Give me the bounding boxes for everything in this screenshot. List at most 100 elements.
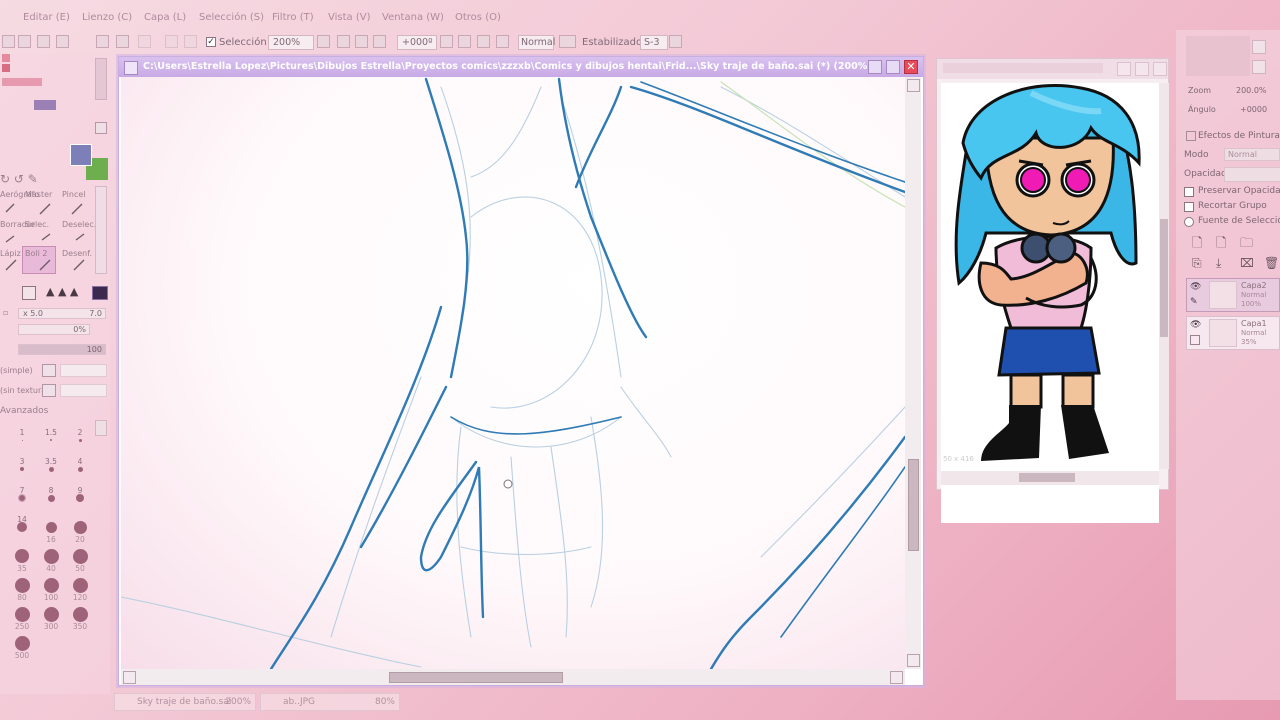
brush-size-dot[interactable] (78, 438, 82, 442)
copy-layer-icon[interactable]: ⎘ (1192, 256, 1202, 271)
brush-size-dot[interactable] (72, 606, 88, 622)
texture-dropdown[interactable] (42, 364, 56, 377)
mode-select[interactable]: Normal (1224, 148, 1280, 161)
minimize-button[interactable] (868, 60, 882, 74)
size-multiplier[interactable]: x 5.0 7.0 (18, 308, 106, 319)
color-swatch[interactable] (2, 64, 10, 72)
reference-vertical-scrollbar[interactable] (1159, 83, 1169, 469)
brush-size-dot[interactable] (72, 548, 88, 564)
canvas-horizontal-scrollbar[interactable] (121, 669, 905, 685)
palette-collapse-button[interactable] (95, 122, 107, 134)
layer-item[interactable]: 👁 ✎ Capa2 Normal 100% (1186, 278, 1280, 312)
palette-scrollbar[interactable] (95, 58, 107, 100)
brush-size-dot[interactable] (43, 548, 59, 564)
color-swatch[interactable] (2, 78, 42, 86)
brush-size-dot[interactable] (47, 494, 55, 502)
clear-layer-icon[interactable]: ⌧ (1240, 256, 1254, 270)
maximize-button[interactable] (886, 60, 900, 74)
brush-size-dot[interactable] (14, 635, 30, 651)
deselect-button[interactable] (165, 35, 178, 48)
reference-scroll-thumb[interactable] (1160, 219, 1168, 337)
menu-seleccion[interactable]: Selección (S) (199, 12, 264, 23)
flip-button[interactable] (559, 35, 576, 48)
zoom-in-button[interactable] (355, 35, 368, 48)
toolbar-button[interactable] (56, 35, 69, 48)
toolbar-button[interactable] (96, 35, 109, 48)
close-icon[interactable]: ✕ (904, 60, 918, 74)
new-folder-icon[interactable]: 🗀 (1240, 234, 1253, 256)
min-size-field[interactable]: 0% (18, 324, 90, 335)
rotate-left-button[interactable] (458, 35, 471, 48)
menu-editar[interactable]: Editar (E) (23, 12, 70, 23)
rotate-right-button[interactable] (477, 35, 490, 48)
eye-icon[interactable]: 👁 (1190, 320, 1201, 330)
scroll-right-button[interactable] (890, 671, 903, 684)
document-tab[interactable]: ab..JPG 80% (260, 693, 400, 711)
paint-effects-toggle[interactable] (1186, 131, 1196, 141)
brush-shape-icons[interactable]: ▲ ▲ ▲ (46, 285, 78, 298)
brush-shape-square[interactable] (22, 286, 36, 300)
layer-checkbox[interactable] (1190, 335, 1200, 345)
angle-dropdown[interactable] (440, 35, 453, 48)
minimize-button[interactable] (1117, 62, 1131, 76)
brush-shape-selected[interactable] (92, 286, 108, 300)
menu-otros[interactable]: Otros (O) (455, 12, 501, 23)
maximize-button[interactable] (1135, 62, 1149, 76)
texture-strength[interactable] (60, 364, 107, 377)
selection-source-radio[interactable] (1184, 217, 1194, 227)
new-vector-layer-icon[interactable]: 🗋 (1216, 234, 1226, 256)
texture2-dropdown[interactable] (42, 384, 56, 397)
merge-down-icon[interactable]: ⤓ (1216, 256, 1221, 271)
preserve-opacity-checkbox[interactable] (1184, 187, 1194, 197)
menu-lienzo[interactable]: Lienzo (C) (82, 12, 132, 23)
brush-size-dot[interactable] (48, 466, 54, 472)
toolbar-button[interactable] (18, 35, 31, 48)
vertical-scroll-thumb[interactable] (908, 459, 919, 551)
clip-group-checkbox[interactable] (1184, 202, 1194, 212)
invert-selection-button[interactable] (184, 35, 197, 48)
navigator-preview[interactable] (1186, 36, 1250, 76)
brush-size-dot[interactable] (15, 549, 29, 563)
eye-icon[interactable]: 👁 (1190, 282, 1201, 292)
scroll-down-button[interactable] (907, 654, 920, 667)
brush-size-dot[interactable] (14, 577, 30, 593)
brush-size-dot[interactable] (18, 494, 26, 502)
scroll-up-button[interactable] (907, 79, 920, 92)
scroll-left-button[interactable] (123, 671, 136, 684)
delete-layer-icon[interactable]: 🗑 (1264, 256, 1279, 270)
zoom-out-button[interactable] (337, 35, 350, 48)
canvas-vertical-scrollbar[interactable] (905, 77, 921, 669)
close-icon[interactable] (1153, 62, 1167, 76)
selection-checkbox[interactable]: ✓ (206, 37, 216, 47)
layer-item[interactable]: 👁 Capa1 Normal 35% (1186, 316, 1280, 350)
paint-effects-label[interactable]: Efectos de Pintura (1198, 131, 1280, 141)
menu-vista[interactable]: Vista (V) (328, 12, 370, 23)
density-field[interactable]: 100 (18, 344, 106, 355)
brush-size-dot[interactable] (72, 577, 88, 593)
navigator-zoom-in[interactable] (1252, 40, 1266, 54)
toolbar-button[interactable] (2, 35, 15, 48)
reference-horizontal-scrollbar[interactable] (941, 471, 1159, 485)
brush-size-dot[interactable] (21, 439, 23, 441)
drawing-canvas[interactable] (121, 77, 905, 669)
advanced-label[interactable]: Avanzados (0, 406, 48, 416)
rotate-reset-button[interactable] (496, 35, 509, 48)
undo-button[interactable] (116, 35, 129, 48)
color-swatch[interactable] (2, 54, 10, 62)
stabilizer-dropdown[interactable] (669, 35, 682, 48)
primary-color[interactable] (70, 144, 92, 166)
toolbar-button[interactable] (37, 35, 50, 48)
navigator-zoom-out[interactable] (1252, 60, 1266, 74)
reference-image[interactable]: 50 x 416 (941, 83, 1159, 523)
redo-button[interactable] (138, 35, 151, 48)
brush-size-dot[interactable] (73, 520, 87, 534)
brush-size-dot[interactable] (76, 494, 84, 502)
brush-lock-icon[interactable]: ✎ (1190, 297, 1198, 307)
brush-size-dot[interactable] (50, 439, 52, 441)
color-swatch[interactable] (34, 100, 56, 110)
new-layer-icon[interactable]: 🗋 (1192, 234, 1202, 256)
reference-hscroll-thumb[interactable] (1019, 473, 1075, 482)
brush-size-dot[interactable] (20, 467, 24, 471)
menu-filtro[interactable]: Filtro (T) (272, 12, 314, 23)
zoom-reset-button[interactable] (373, 35, 386, 48)
